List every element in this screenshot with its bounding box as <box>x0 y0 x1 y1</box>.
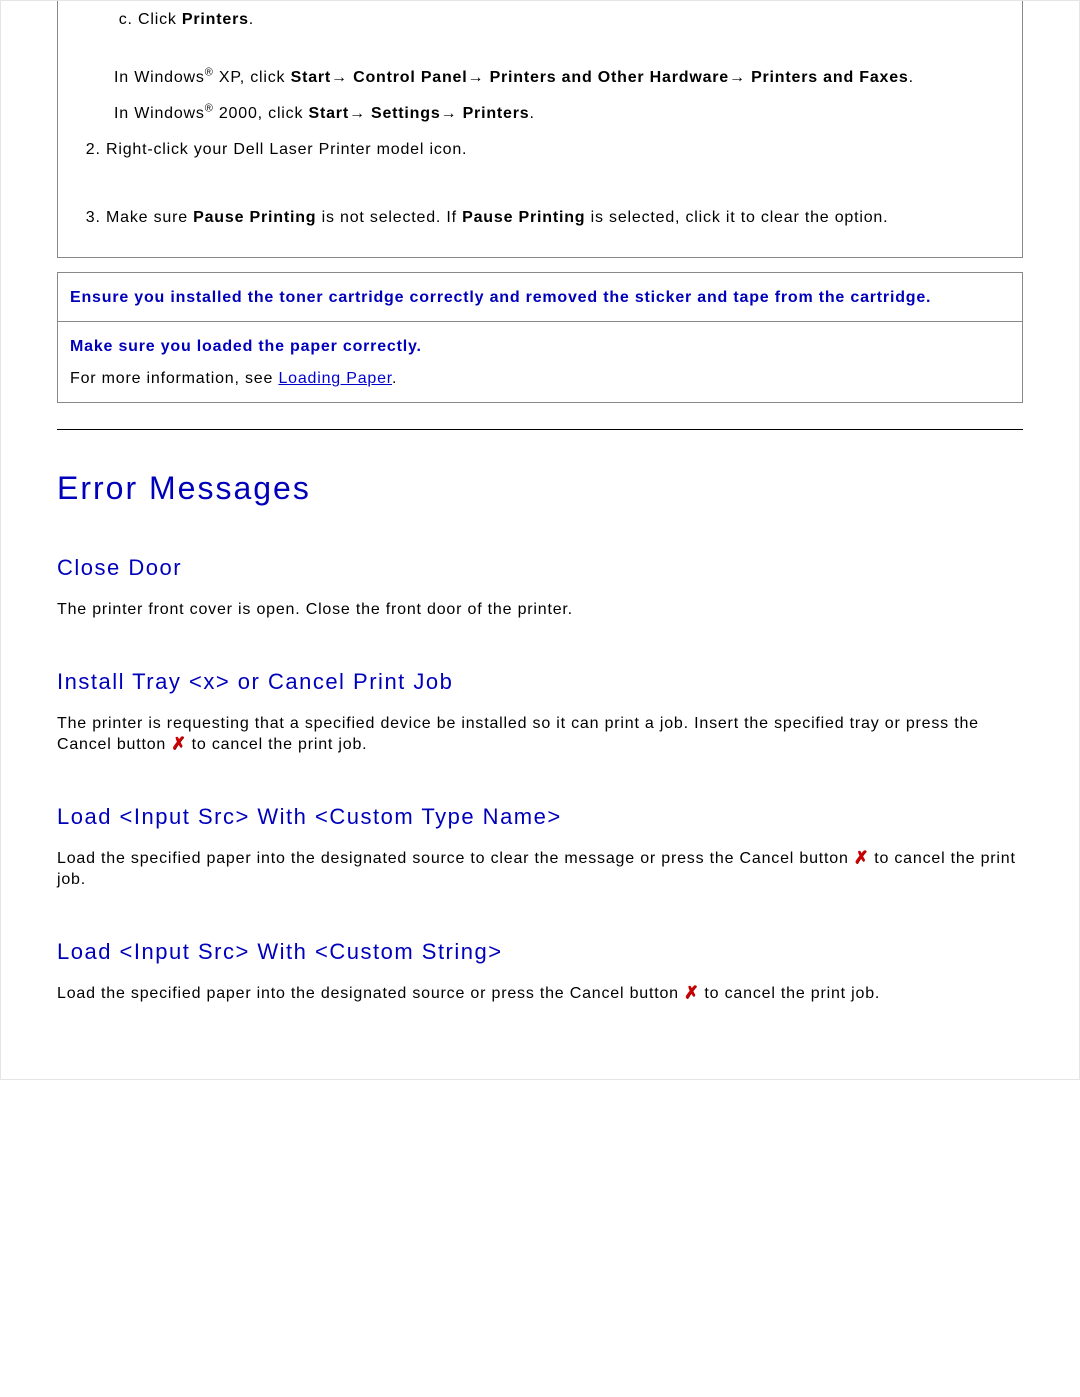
error-install-tray-body: The printer is requesting that a specifi… <box>57 713 1023 756</box>
w2000-instructions: In Windows® 2000, click Start→ Settings→… <box>68 105 1012 123</box>
error-install-tray-title: Install Tray <x> or Cancel Print Job <box>57 669 1023 695</box>
error-load-custom-string-body: Load the specified paper into the design… <box>57 983 1023 1005</box>
section-title: Error Messages <box>57 470 1023 507</box>
error-load-custom-string-title: Load <Input Src> With <Custom String> <box>57 939 1023 965</box>
info-table: Ensure you installed the toner cartridge… <box>57 272 1023 403</box>
load-paper-body: For more information, see Loading Paper. <box>70 370 1010 388</box>
divider <box>57 429 1023 430</box>
error-load-custom-type-title: Load <Input Src> With <Custom Type Name> <box>57 804 1023 830</box>
loading-paper-link[interactable]: Loading Paper <box>278 370 392 387</box>
error-load-custom-type-body: Load the specified paper into the design… <box>57 848 1023 891</box>
xp-instructions: In Windows® XP, click Start→ Control Pan… <box>68 69 1012 87</box>
step-3: Make sure Pause Printing is not selected… <box>106 209 1012 227</box>
substep-c: Click Printers. <box>138 11 1012 29</box>
toner-cartridge-note: Ensure you installed the toner cartridge… <box>70 289 931 306</box>
load-paper-title: Make sure you loaded the paper correctly… <box>70 338 1010 356</box>
error-close-door-body: The printer front cover is open. Close t… <box>57 599 1023 621</box>
error-close-door-title: Close Door <box>57 555 1023 581</box>
instructions-table: Click Printers. In Windows® XP, click St… <box>57 1 1023 258</box>
step-2: Right-click your Dell Laser Printer mode… <box>106 141 1012 159</box>
